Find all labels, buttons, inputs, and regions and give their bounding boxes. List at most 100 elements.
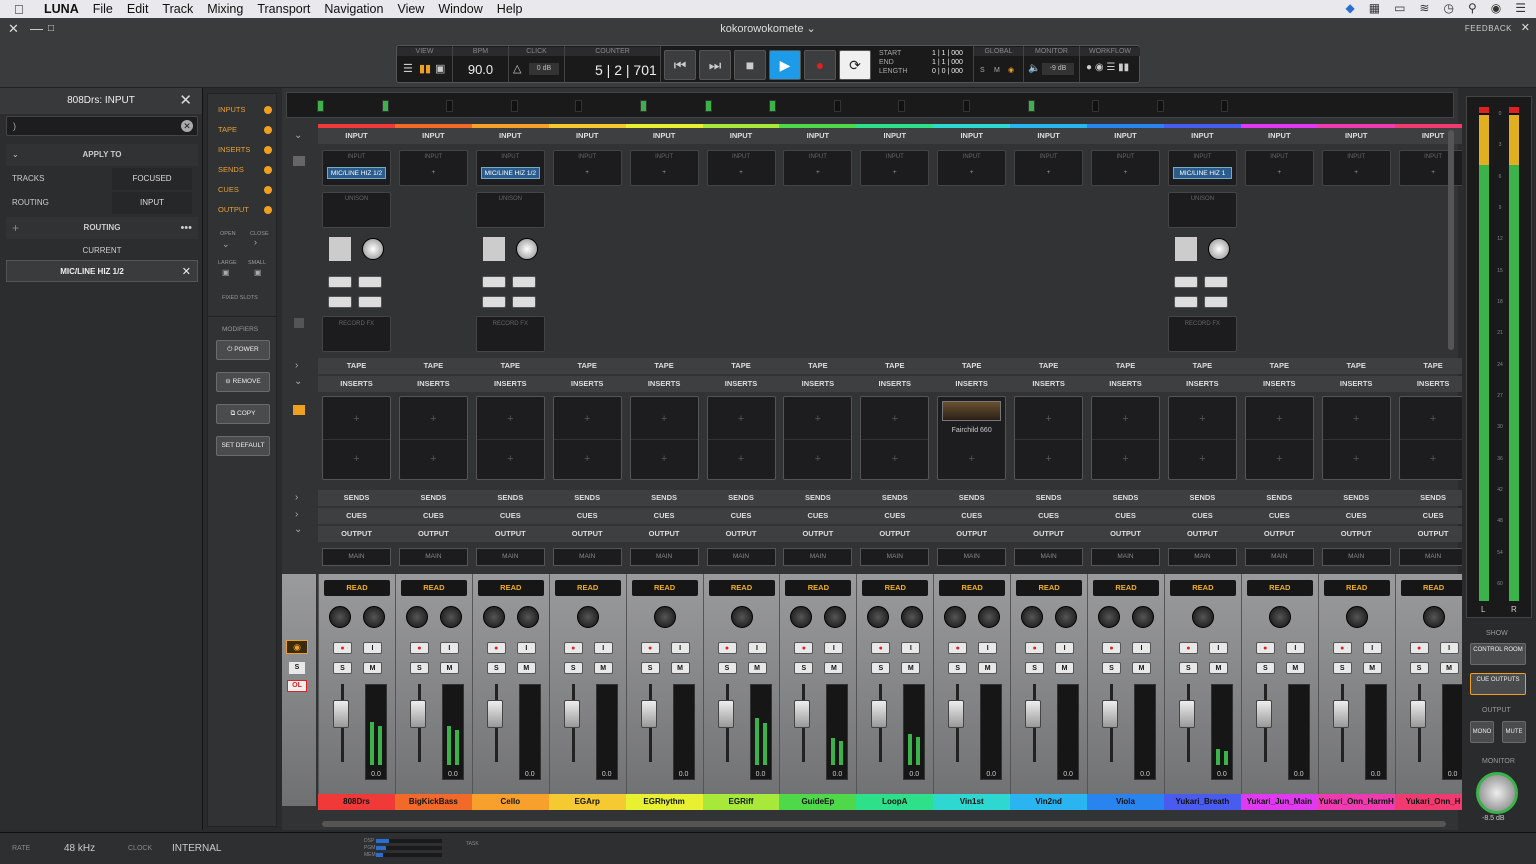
track-name[interactable]: Yukari_Breath <box>1163 794 1241 810</box>
automation-mode[interactable]: READ <box>631 580 698 596</box>
input-slot[interactable]: INPUT + <box>860 150 930 186</box>
input-route[interactable]: + <box>1250 167 1309 179</box>
add-insert-icon[interactable]: + <box>554 413 621 425</box>
inserts-section-header[interactable]: INSERTS <box>1087 376 1164 392</box>
clock-icon[interactable]: ◷ <box>1443 1 1453 15</box>
inserts-slot[interactable]: + + <box>322 396 391 480</box>
volume-fader[interactable] <box>1025 700 1042 728</box>
tape-section-header[interactable]: TAPE <box>1010 358 1088 374</box>
fader-level[interactable]: 0.0 <box>1443 771 1463 778</box>
inserts-slot[interactable]: + + <box>398 396 468 480</box>
sends-section-header[interactable]: SENDS <box>702 490 780 506</box>
pan-right-knob[interactable] <box>363 606 385 628</box>
add-insert-icon[interactable]: + <box>1092 413 1159 425</box>
length-value[interactable]: 0 | 0 | 000 <box>932 67 963 77</box>
output-route[interactable]: MAIN <box>322 548 391 566</box>
pan-knob[interactable] <box>730 606 753 628</box>
show-output-toggle[interactable]: OUTPUT <box>216 201 274 219</box>
volume-fader[interactable] <box>486 700 503 728</box>
menu-transport[interactable]: Transport <box>257 2 310 16</box>
volume-fader[interactable] <box>948 700 965 728</box>
pan-left-knob[interactable] <box>867 606 890 628</box>
output-route[interactable]: MAIN <box>398 548 468 566</box>
clock-source-dropdown[interactable]: INTERNAL <box>172 843 221 854</box>
inserts-slot[interactable]: + + <box>860 396 930 480</box>
add-insert-icon[interactable]: + <box>1015 413 1082 425</box>
phantom-button[interactable] <box>358 296 382 308</box>
automation-mode[interactable]: READ <box>1246 580 1313 596</box>
automation-mode[interactable]: READ <box>400 580 467 596</box>
output-route[interactable]: MAIN <box>1244 548 1314 566</box>
cue-outputs-button[interactable]: CUE OUTPUTS <box>1470 673 1526 695</box>
fader-level[interactable]: 0.0 <box>751 771 771 778</box>
automation-mode[interactable]: READ <box>1169 580 1236 596</box>
wifi-icon[interactable]: ≋ <box>1419 1 1429 15</box>
output-section-header[interactable]: OUTPUT <box>1010 526 1088 542</box>
record-fx-slot[interactable]: RECORD FX <box>475 316 545 352</box>
cues-section-header[interactable]: CUES <box>318 508 395 524</box>
tape-section-header[interactable]: TAPE <box>394 358 472 374</box>
input-section-header[interactable]: INPUT <box>548 128 626 144</box>
output-route[interactable]: MAIN <box>1321 548 1391 566</box>
add-insert-icon[interactable]: + <box>784 413 851 425</box>
feedback-button[interactable]: FEEDBACK <box>1465 24 1512 33</box>
input-section-header[interactable]: INPUT <box>1087 128 1164 144</box>
overview-track-marker[interactable] <box>575 100 583 112</box>
fader-level[interactable]: 0.0 <box>1058 771 1078 778</box>
phase-button[interactable] <box>1203 276 1228 288</box>
preamp-gain-knob[interactable] <box>362 238 384 260</box>
add-insert-icon[interactable]: + <box>784 453 851 465</box>
play-button[interactable]: ▶ <box>769 50 801 80</box>
mute-button[interactable]: M <box>363 662 382 674</box>
control-center-icon[interactable]: ☰ <box>1515 1 1526 15</box>
record-arm-button[interactable]: ● <box>948 642 968 654</box>
overview-track-marker[interactable] <box>898 100 906 112</box>
tape-section-header[interactable]: TAPE <box>548 358 626 374</box>
go-to-end-button[interactable]: ⏭ <box>699 50 731 80</box>
tape-section-header[interactable]: TAPE <box>1163 358 1241 374</box>
volume-fader[interactable] <box>1178 700 1195 728</box>
click-level[interactable]: 0 dB <box>529 63 559 75</box>
solo-button[interactable]: S <box>640 662 660 674</box>
menu-mixing[interactable]: Mixing <box>207 2 243 16</box>
open-all-icon[interactable]: ⌄ <box>222 239 230 250</box>
preamp-gain-knob[interactable] <box>515 238 538 260</box>
ua-icon[interactable]: ◆ <box>1345 1 1354 15</box>
record-arm-button[interactable]: ● <box>486 642 506 654</box>
inserts-section-header[interactable]: INSERTS <box>1240 376 1318 392</box>
track-name[interactable]: EGRiff <box>702 794 780 810</box>
solo-button[interactable]: S <box>409 662 429 674</box>
cues-section-header[interactable]: CUES <box>856 508 934 524</box>
pan-right-knob[interactable] <box>1132 606 1154 628</box>
sends-section-header[interactable]: SENDS <box>779 490 857 506</box>
record-fx-slot[interactable]: RECORD FX <box>322 316 391 352</box>
add-insert-icon[interactable]: + <box>708 453 775 465</box>
monitor-level[interactable]: -9 dB <box>1042 63 1074 75</box>
more-icon[interactable]: ••• <box>180 217 192 239</box>
overview-track-marker[interactable] <box>446 100 454 112</box>
add-insert-icon[interactable]: + <box>477 413 544 425</box>
track-name[interactable]: Yukari_Onn_H <box>1394 794 1472 810</box>
mute-button[interactable]: M <box>593 662 613 674</box>
overview-track-marker[interactable] <box>640 100 647 112</box>
automation-mode[interactable]: READ <box>554 580 621 596</box>
list-view-icon[interactable]: ☰ <box>403 62 413 75</box>
global-mute[interactable]: M <box>994 66 1000 76</box>
tape-section-header[interactable]: TAPE <box>1394 358 1472 374</box>
overview-track-marker[interactable] <box>704 100 712 112</box>
fader-level[interactable]: 0.0 <box>981 771 1001 778</box>
cues-section-header[interactable]: CUES <box>394 508 472 524</box>
cues-section-header[interactable]: CUES <box>1394 508 1472 524</box>
editor-view-icon[interactable]: ▣ <box>435 62 445 75</box>
record-arm-button[interactable]: ● <box>1332 642 1352 654</box>
session-title[interactable]: kokorowokomete ⌄ <box>0 22 1536 35</box>
add-insert-icon[interactable]: + <box>1169 453 1236 465</box>
output-route[interactable]: MAIN <box>860 548 930 566</box>
metronome-icon[interactable]: △ <box>513 62 521 75</box>
menu-navigation[interactable]: Navigation <box>324 2 383 16</box>
menu-view[interactable]: View <box>397 2 424 16</box>
cues-section-header[interactable]: CUES <box>1163 508 1241 524</box>
sends-section-header[interactable]: SENDS <box>1087 490 1164 506</box>
record-arm-button[interactable]: ● <box>333 642 352 654</box>
input-monitor-button[interactable]: I <box>1132 642 1151 654</box>
